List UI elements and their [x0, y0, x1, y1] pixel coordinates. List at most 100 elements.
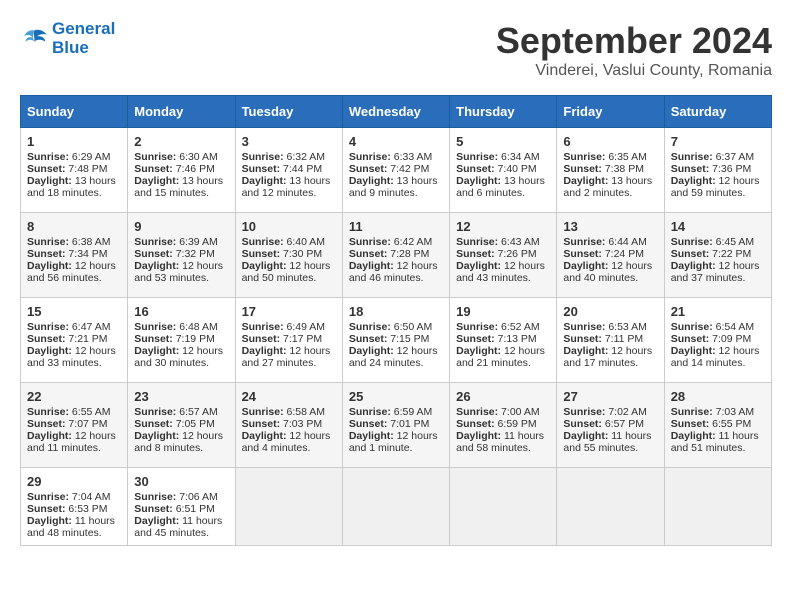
day-info: Daylight: 12 hours and 21 minutes. — [456, 345, 550, 369]
day-info: Sunset: 7:24 PM — [563, 248, 657, 260]
logo: General Blue — [20, 20, 115, 57]
day-info: Daylight: 12 hours and 46 minutes. — [349, 260, 443, 284]
day-info: Sunrise: 6:43 AM — [456, 236, 550, 248]
day-info: Sunset: 7:42 PM — [349, 163, 443, 175]
day-info: Daylight: 12 hours and 33 minutes. — [27, 345, 121, 369]
location-subtitle: Vinderei, Vaslui County, Romania — [496, 62, 772, 80]
day-info: Daylight: 13 hours and 12 minutes. — [242, 175, 336, 199]
calendar-cell: 12Sunrise: 6:43 AMSunset: 7:26 PMDayligh… — [450, 213, 557, 298]
calendar-cell: 10Sunrise: 6:40 AMSunset: 7:30 PMDayligh… — [235, 213, 342, 298]
calendar-cell: 27Sunrise: 7:02 AMSunset: 6:57 PMDayligh… — [557, 383, 664, 468]
day-info: Sunrise: 6:55 AM — [27, 406, 121, 418]
day-number: 11 — [349, 219, 443, 234]
column-header-saturday: Saturday — [664, 96, 771, 128]
day-number: 17 — [242, 304, 336, 319]
day-info: Sunrise: 6:52 AM — [456, 321, 550, 333]
day-info: Daylight: 13 hours and 2 minutes. — [563, 175, 657, 199]
calendar-cell: 30Sunrise: 7:06 AMSunset: 6:51 PMDayligh… — [128, 468, 235, 546]
column-header-wednesday: Wednesday — [342, 96, 449, 128]
calendar-cell: 5Sunrise: 6:34 AMSunset: 7:40 PMDaylight… — [450, 128, 557, 213]
day-info: Sunrise: 6:38 AM — [27, 236, 121, 248]
calendar-cell: 25 Sunrise: 6:59 AMSunset: 7:01 PMDayligh… — [342, 383, 449, 468]
day-info: Sunset: 6:55 PM — [671, 418, 765, 430]
day-number: 6 — [563, 134, 657, 149]
day-info: Sunrise: 6:37 AM — [671, 151, 765, 163]
calendar-cell: 11Sunrise: 6:42 AMSunset: 7:28 PMDayligh… — [342, 213, 449, 298]
day-info: Sunrise: 7:03 AM — [671, 406, 765, 418]
day-number: 13 — [563, 219, 657, 234]
day-info: Daylight: 12 hours and 4 minutes. — [242, 430, 336, 454]
day-info: Sunrise: 6:48 AM — [134, 321, 228, 333]
day-info: Sunrise: 6:59 AM — [349, 406, 443, 418]
day-info: Sunset: 6:59 PM — [456, 418, 550, 430]
calendar-cell: 1Sunrise: 6:29 AMSunset: 7:48 PMDaylight… — [21, 128, 128, 213]
day-info: Sunset: 7:11 PM — [563, 333, 657, 345]
day-info: Sunset: 7:34 PM — [27, 248, 121, 260]
day-info: Sunrise: 6:35 AM — [563, 151, 657, 163]
day-info: Daylight: 12 hours and 59 minutes. — [671, 175, 765, 199]
day-number: 9 — [134, 219, 228, 234]
calendar-cell: 17Sunrise: 6:49 AMSunset: 7:17 PMDayligh… — [235, 298, 342, 383]
calendar-cell: 26Sunrise: 7:00 AMSunset: 6:59 PMDayligh… — [450, 383, 557, 468]
page-header: General Blue September 2024 Vinderei, Va… — [20, 20, 772, 80]
day-number: 25 — [349, 389, 443, 404]
day-info: Daylight: 13 hours and 15 minutes. — [134, 175, 228, 199]
day-number: 15 — [27, 304, 121, 319]
calendar-cell: 13Sunrise: 6:44 AMSunset: 7:24 PMDayligh… — [557, 213, 664, 298]
day-info: Sunset: 7:09 PM — [671, 333, 765, 345]
day-number: 7 — [671, 134, 765, 149]
day-number: 10 — [242, 219, 336, 234]
day-info: Sunset: 7:17 PM — [242, 333, 336, 345]
day-info: Sunset: 6:53 PM — [27, 503, 121, 515]
day-info: Sunset: 7:22 PM — [671, 248, 765, 260]
calendar-cell: 23Sunrise: 6:57 AMSunset: 7:05 PMDayligh… — [128, 383, 235, 468]
calendar-cell: 15Sunrise: 6:47 AMSunset: 7:21 PMDayligh… — [21, 298, 128, 383]
day-info: Sunrise: 6:29 AM — [27, 151, 121, 163]
day-info: Daylight: 11 hours and 48 minutes. — [27, 515, 121, 539]
day-number: 12 — [456, 219, 550, 234]
day-info: Sunset: 7:46 PM — [134, 163, 228, 175]
day-info: Daylight: 12 hours and 27 minutes. — [242, 345, 336, 369]
day-info: Daylight: 11 hours and 55 minutes. — [563, 430, 657, 454]
day-info: Daylight: 12 hours and 53 minutes. — [134, 260, 228, 284]
day-info: Sunset: 7:32 PM — [134, 248, 228, 260]
day-info: Daylight: 12 hours and 50 minutes. — [242, 260, 336, 284]
calendar-cell — [235, 468, 342, 546]
day-info: Sunset: 7:13 PM — [456, 333, 550, 345]
day-info: Daylight: 13 hours and 18 minutes. — [27, 175, 121, 199]
column-header-friday: Friday — [557, 96, 664, 128]
day-number: 30 — [134, 474, 228, 489]
day-number: 23 — [134, 389, 228, 404]
calendar-cell: 7Sunrise: 6:37 AMSunset: 7:36 PMDaylight… — [664, 128, 771, 213]
calendar-cell: 4Sunrise: 6:33 AMSunset: 7:42 PMDaylight… — [342, 128, 449, 213]
calendar-cell — [342, 468, 449, 546]
column-header-tuesday: Tuesday — [235, 96, 342, 128]
day-info: Daylight: 12 hours and 1 minute. — [349, 430, 443, 454]
day-info: Sunset: 7:01 PM — [349, 418, 443, 430]
day-info: Sunrise: 6:54 AM — [671, 321, 765, 333]
day-number: 2 — [134, 134, 228, 149]
calendar-table: SundayMondayTuesdayWednesdayThursdayFrid… — [20, 95, 772, 546]
day-info: Sunrise: 6:39 AM — [134, 236, 228, 248]
column-header-thursday: Thursday — [450, 96, 557, 128]
day-info: Sunset: 7:15 PM — [349, 333, 443, 345]
day-number: 28 — [671, 389, 765, 404]
month-title: September 2024 — [496, 20, 772, 62]
day-number: 20 — [563, 304, 657, 319]
day-info: Sunset: 7:05 PM — [134, 418, 228, 430]
calendar-header-row: SundayMondayTuesdayWednesdayThursdayFrid… — [21, 96, 772, 128]
day-info: Sunrise: 6:34 AM — [456, 151, 550, 163]
calendar-cell: 2Sunrise: 6:30 AMSunset: 7:46 PMDaylight… — [128, 128, 235, 213]
day-info: Sunset: 7:21 PM — [27, 333, 121, 345]
day-info: Sunset: 7:48 PM — [27, 163, 121, 175]
day-number: 26 — [456, 389, 550, 404]
calendar-cell: 24Sunrise: 6:58 AMSunset: 7:03 PMDayligh… — [235, 383, 342, 468]
calendar-cell: 18Sunrise: 6:50 AMSunset: 7:15 PMDayligh… — [342, 298, 449, 383]
day-info: Sunset: 7:03 PM — [242, 418, 336, 430]
day-number: 14 — [671, 219, 765, 234]
calendar-cell — [664, 468, 771, 546]
day-info: Sunrise: 7:02 AM — [563, 406, 657, 418]
day-info: Daylight: 12 hours and 37 minutes. — [671, 260, 765, 284]
day-info: Sunset: 7:38 PM — [563, 163, 657, 175]
day-info: Sunset: 7:30 PM — [242, 248, 336, 260]
